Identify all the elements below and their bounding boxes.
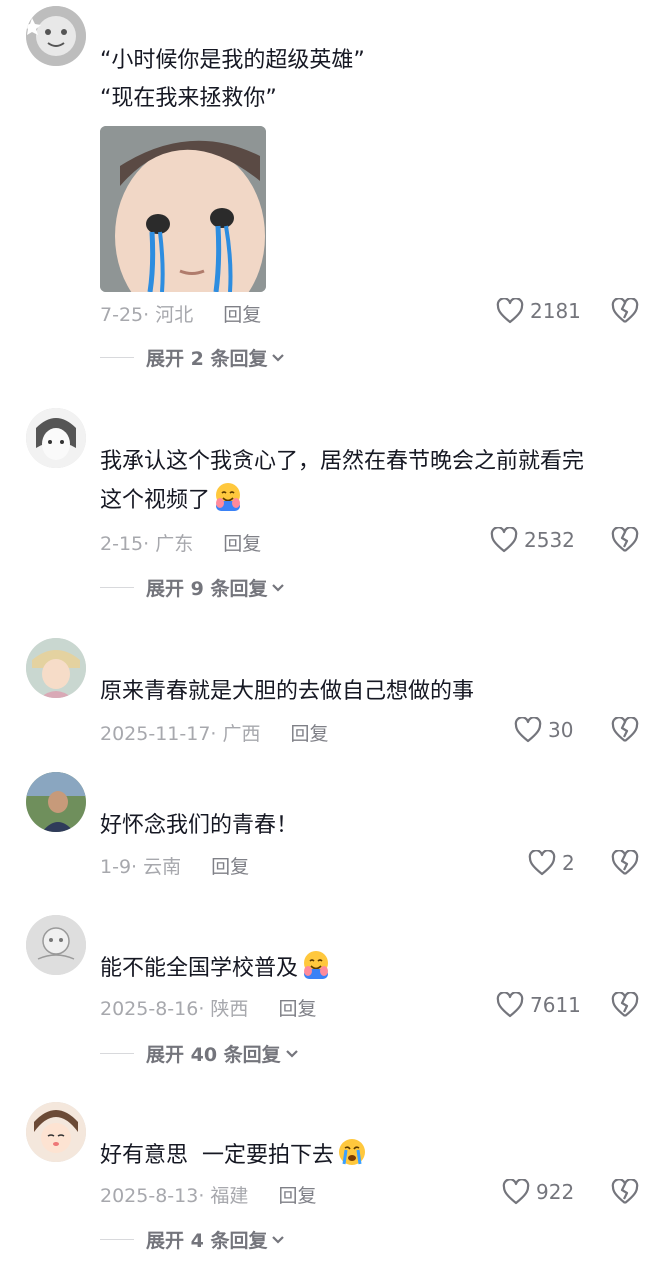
like-count: 7611 — [530, 993, 581, 1017]
comment-image[interactable] — [100, 126, 266, 292]
reply-button[interactable]: 回复 — [291, 723, 329, 745]
like-button[interactable]: 30 — [514, 717, 573, 743]
avatar[interactable] — [26, 408, 86, 468]
comment-text-line: “现在我来拯救你” — [100, 86, 277, 111]
broken-heart-icon — [611, 297, 639, 323]
comment-text-line: 原来青春就是大胆的去做自己想做的事 — [100, 679, 475, 704]
heart-outline-icon — [490, 527, 518, 553]
divider-line — [100, 1239, 134, 1240]
divider-line — [100, 1053, 134, 1054]
broken-heart-icon — [611, 1178, 639, 1204]
comment-text-line: 这个视频了 — [100, 488, 211, 513]
dislike-button[interactable] — [611, 297, 639, 328]
reply-button[interactable]: 回复 — [223, 533, 261, 555]
expand-replies-label: 展开 9 条回复 — [146, 578, 268, 600]
avatar[interactable] — [26, 6, 86, 66]
like-count: 2181 — [530, 299, 581, 323]
comment-meta: 2025-8-13· 福建 回复 — [100, 1181, 316, 1208]
like-count: 30 — [548, 718, 574, 742]
heart-outline-icon — [514, 717, 542, 743]
comment-text: 原来青春就是大胆的去做自己想做的事 — [100, 673, 637, 711]
comment-meta: 1-9· 云南 回复 — [100, 852, 249, 879]
chevron-down-icon — [272, 353, 285, 362]
heart-outline-icon — [496, 298, 524, 324]
comment-meta: 2025-11-17· 广西 回复 — [100, 719, 329, 746]
expand-replies-label: 展开 4 条回复 — [146, 1230, 268, 1252]
broken-heart-icon — [611, 849, 639, 875]
reply-button[interactable]: 回复 — [223, 304, 261, 326]
chevron-down-icon — [272, 583, 285, 592]
comment-text: 我承认这个我贪心了，居然在春节晚会之前就看完 这个视频了 — [100, 443, 637, 520]
comment-date-location: 7-25· 河北 — [100, 304, 194, 326]
hugging-face-emoji — [216, 483, 241, 511]
comment-text: 能不能全国学校普及 — [100, 949, 637, 988]
broken-heart-icon — [611, 716, 639, 742]
dislike-button[interactable] — [611, 991, 639, 1022]
like-count: 922 — [536, 1180, 575, 1204]
expand-replies-label: 展开 40 条回复 — [146, 1044, 281, 1066]
like-button[interactable]: 7611 — [496, 992, 581, 1018]
comment-meta: 7-25· 河北 回复 — [100, 300, 261, 327]
divider-line — [100, 587, 134, 588]
divider-line — [100, 357, 134, 358]
reply-button[interactable]: 回复 — [278, 1185, 316, 1207]
dislike-button[interactable] — [611, 716, 639, 747]
heart-outline-icon — [496, 992, 524, 1018]
expand-replies-button[interactable]: 展开 4 条回复 — [100, 1226, 285, 1253]
comment-date-location: 2-15· 广东 — [100, 533, 194, 555]
reply-button[interactable]: 回复 — [211, 856, 249, 878]
like-button[interactable]: 922 — [502, 1179, 574, 1205]
comment-text: 好怀念我们的青春！ — [100, 807, 637, 845]
dislike-button[interactable] — [611, 849, 639, 880]
avatar[interactable] — [26, 772, 86, 832]
comment-text-line: 我承认这个我贪心了，居然在春节晚会之前就看完 — [100, 449, 585, 474]
loudly-crying-face-emoji — [339, 1139, 365, 1165]
comment-text-line-wrap: 这个视频了 — [100, 481, 637, 520]
avatar[interactable] — [26, 915, 86, 975]
like-count: 2 — [562, 851, 575, 875]
hugging-face-emoji — [304, 951, 329, 979]
heart-outline-icon — [528, 850, 556, 876]
comment-text-line: 好有意思 一定要拍下去 — [100, 1143, 334, 1168]
like-button[interactable]: 2 — [528, 850, 575, 876]
comment-text-line: “小时候你是我的超级英雄” — [100, 48, 365, 73]
expand-replies-button[interactable]: 展开 9 条回复 — [100, 574, 285, 601]
expand-replies-label: 展开 2 条回复 — [146, 348, 268, 370]
avatar[interactable] — [26, 638, 86, 698]
dislike-button[interactable] — [611, 526, 639, 557]
comment-date-location: 2025-8-16· 陕西 — [100, 998, 249, 1020]
comment-text-line: 能不能全国学校普及 — [100, 956, 299, 981]
comment-text-line-wrap: 好有意思 一定要拍下去 — [100, 1136, 637, 1175]
comment-date-location: 2025-11-17· 广西 — [100, 723, 261, 745]
like-button[interactable]: 2181 — [496, 298, 581, 324]
comment-text: “小时候你是我的超级英雄” “现在我来拯救你” — [100, 42, 637, 118]
comment-text: 好有意思 一定要拍下去 — [100, 1136, 637, 1175]
reply-button[interactable]: 回复 — [278, 998, 316, 1020]
like-button[interactable]: 2532 — [490, 527, 575, 553]
expand-replies-button[interactable]: 展开 2 条回复 — [100, 344, 285, 371]
broken-heart-icon — [611, 991, 639, 1017]
broken-heart-icon — [611, 526, 639, 552]
expand-replies-button[interactable]: 展开 40 条回复 — [100, 1040, 299, 1067]
comment-meta: 2-15· 广东 回复 — [100, 529, 261, 556]
comment-text-line-wrap: 能不能全国学校普及 — [100, 949, 637, 988]
like-count: 2532 — [524, 528, 575, 552]
dislike-button[interactable] — [611, 1178, 639, 1209]
avatar[interactable] — [26, 1102, 86, 1162]
comment-meta: 2025-8-16· 陕西 回复 — [100, 994, 316, 1021]
chevron-down-icon — [285, 1049, 298, 1058]
comment-date-location: 1-9· 云南 — [100, 856, 182, 878]
chevron-down-icon — [272, 1235, 285, 1244]
comment-text-line: 好怀念我们的青春！ — [100, 813, 299, 838]
comment-date-location: 2025-8-13· 福建 — [100, 1185, 249, 1207]
heart-outline-icon — [502, 1179, 530, 1205]
